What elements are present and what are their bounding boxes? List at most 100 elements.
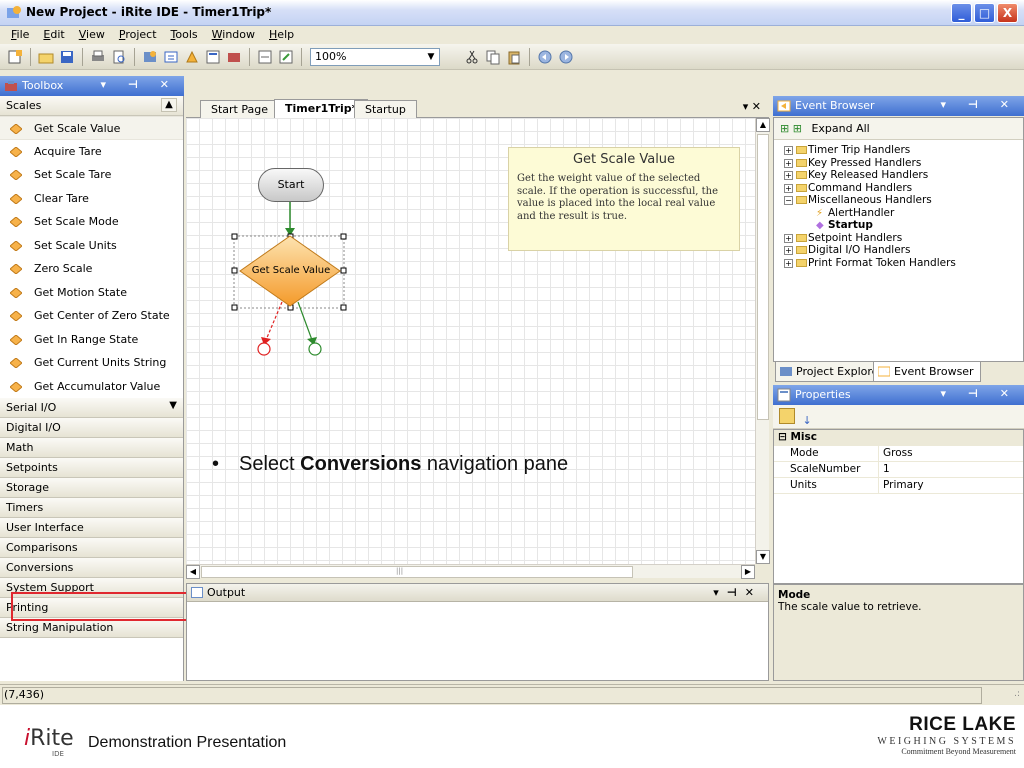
scroll-right-icon[interactable]: ▶	[741, 565, 755, 579]
expand-icon[interactable]: +	[784, 258, 793, 268]
toolbox-category-scales[interactable]: Scales ▲	[0, 96, 183, 116]
property-row[interactable]: Mode Gross	[774, 446, 1023, 462]
sort-alpha-icon[interactable]: ↓	[803, 414, 812, 427]
categorized-icon[interactable]	[779, 408, 795, 424]
tab-close-icon[interactable]: ▾ ✕	[743, 100, 761, 113]
canvas-vertical-scrollbar[interactable]: ▲ ▼	[755, 118, 770, 564]
scroll-thumb[interactable]	[201, 566, 633, 578]
close-button[interactable]: X	[997, 3, 1018, 23]
tab-startup[interactable]: Startup	[354, 100, 417, 118]
tree-item-timer-trip[interactable]: + Timer Trip Handlers	[778, 144, 1023, 157]
collapse-icon[interactable]: ⊟	[778, 431, 790, 443]
expand-icon[interactable]: +	[784, 158, 793, 168]
toolbox-category-setpoints[interactable]: Setpoints	[0, 458, 183, 478]
properties-icon[interactable]	[204, 48, 222, 66]
project-explorer-icon[interactable]	[141, 48, 159, 66]
toolbox-category-math[interactable]: Math	[0, 438, 183, 458]
chevron-down-icon[interactable]: ▼	[169, 400, 177, 411]
expand-all-button[interactable]: Expand All	[811, 122, 869, 135]
maximize-button[interactable]: □	[974, 3, 995, 23]
print-icon[interactable]	[89, 48, 107, 66]
menu-view[interactable]: View	[72, 26, 112, 44]
chevron-down-icon[interactable]: ▼	[424, 50, 438, 64]
zoom-fit-icon[interactable]	[277, 48, 295, 66]
menu-tools[interactable]: Tools	[164, 26, 205, 44]
get-scale-value-node[interactable]: Get Scale Value	[246, 265, 336, 276]
expand-icon[interactable]: +	[784, 183, 793, 193]
pane-buttons[interactable]: ▾⊣✕	[713, 586, 762, 599]
property-row[interactable]: ScaleNumber 1	[774, 462, 1023, 478]
menu-project[interactable]: Project	[112, 26, 164, 44]
toolbox-category-serial-io[interactable]: Serial I/O ▼	[0, 398, 183, 418]
pane-buttons[interactable]: ▾ ⊣ ✕	[101, 78, 178, 91]
collapse-icon[interactable]: −	[784, 196, 793, 205]
start-node[interactable]: Start	[258, 168, 324, 202]
chevron-up-icon[interactable]: ▲	[161, 98, 177, 112]
expand-icon[interactable]: +	[784, 171, 793, 180]
toolbox-category-digital-io[interactable]: Digital I/O	[0, 418, 183, 438]
event-browser-icon[interactable]	[162, 48, 180, 66]
new-project-icon[interactable]	[6, 48, 24, 66]
scroll-left-icon[interactable]: ◀	[186, 565, 200, 579]
zoom-select[interactable]: 100% ▼	[310, 47, 440, 66]
toolbox-category-comparisons[interactable]: Comparisons	[0, 538, 183, 558]
pane-buttons[interactable]: ▾ ⊣ ✕	[941, 387, 1018, 400]
paste-icon[interactable]	[505, 48, 523, 66]
menu-window[interactable]: Window	[205, 26, 262, 44]
flowchart-canvas[interactable]: Start Get Scale Value Get Scale Value Ge…	[186, 118, 755, 564]
expand-icon[interactable]: +	[784, 246, 793, 255]
toolbox-category-timers[interactable]: Timers	[0, 498, 183, 518]
toolbox-category-user-interface[interactable]: User Interface	[0, 518, 183, 538]
print-preview-icon[interactable]	[110, 48, 128, 66]
tree-item-miscellaneous[interactable]: − Miscellaneous Handlers	[778, 194, 1023, 207]
pane-buttons[interactable]: ▾ ⊣ ✕	[941, 98, 1018, 111]
tool-acquire-tare[interactable]: Acquire Tare	[0, 140, 183, 164]
resize-grip-icon[interactable]: .:	[1014, 689, 1020, 699]
menu-help[interactable]: Help	[262, 26, 301, 44]
toolbox-category-storage[interactable]: Storage	[0, 478, 183, 498]
menu-file[interactable]: File	[4, 26, 36, 44]
scroll-up-icon[interactable]: ▲	[756, 118, 770, 132]
tool-zero-scale[interactable]: Zero Scale	[0, 257, 183, 281]
undo-icon[interactable]	[536, 48, 554, 66]
tool-clear-tare[interactable]: Clear Tare	[0, 187, 183, 211]
tool-get-current-units-string[interactable]: Get Current Units String	[0, 351, 183, 375]
tool-set-scale-tare[interactable]: Set Scale Tare	[0, 163, 183, 187]
tool-get-accumulator-value[interactable]: Get Accumulator Value	[0, 375, 183, 399]
copy-icon[interactable]	[484, 48, 502, 66]
toolbox-icon[interactable]	[225, 48, 243, 66]
expand-icon[interactable]: +	[784, 233, 793, 243]
tree-item-print-format[interactable]: + Print Format Token Handlers	[778, 257, 1023, 270]
tool-get-scale-value[interactable]: Get Scale Value	[0, 116, 183, 140]
tree-item-startup[interactable]: ◆ Startup	[778, 219, 1023, 232]
redo-icon[interactable]	[557, 48, 575, 66]
tree-item-key-released[interactable]: + Key Released Handlers	[778, 169, 1023, 182]
cut-icon[interactable]	[463, 48, 481, 66]
scroll-down-icon[interactable]: ▼	[756, 550, 770, 564]
canvas-horizontal-scrollbar[interactable]: ◀ ||| ▶	[186, 564, 755, 579]
toolbox-category-conversions[interactable]: Conversions	[0, 558, 183, 578]
tree-item-command[interactable]: + Command Handlers	[778, 182, 1023, 195]
expand-icon[interactable]: +	[784, 146, 793, 155]
expand-icon[interactable]: ⊞ ⊞	[780, 122, 802, 135]
open-folder-icon[interactable]	[37, 48, 55, 66]
tree-item-alert-handler[interactable]: ⚡ AlertHandler	[778, 207, 1023, 220]
tab-start-page[interactable]: Start Page	[200, 100, 279, 118]
minimize-button[interactable]: _	[951, 3, 972, 23]
scroll-thumb[interactable]	[757, 134, 769, 420]
tree-item-key-pressed[interactable]: + Key Pressed Handlers	[778, 157, 1023, 170]
tool-get-in-range-state[interactable]: Get In Range State	[0, 328, 183, 352]
menu-edit[interactable]: Edit	[36, 26, 71, 44]
property-row[interactable]: Units Primary	[774, 478, 1023, 494]
build-icon[interactable]	[256, 48, 274, 66]
tree-item-setpoint[interactable]: + Setpoint Handlers	[778, 232, 1023, 245]
tool-get-motion-state[interactable]: Get Motion State	[0, 281, 183, 305]
tool-set-scale-mode[interactable]: Set Scale Mode	[0, 210, 183, 234]
toolbox-category-string-manipulation[interactable]: String Manipulation	[0, 618, 183, 638]
handler-icon[interactable]	[183, 48, 201, 66]
tool-set-scale-units[interactable]: Set Scale Units	[0, 234, 183, 258]
save-icon[interactable]	[58, 48, 76, 66]
tree-item-digital-io[interactable]: + Digital I/O Handlers	[778, 244, 1023, 257]
tool-get-center-of-zero-state[interactable]: Get Center of Zero State	[0, 304, 183, 328]
tab-event-browser[interactable]: Event Browser	[873, 362, 981, 382]
